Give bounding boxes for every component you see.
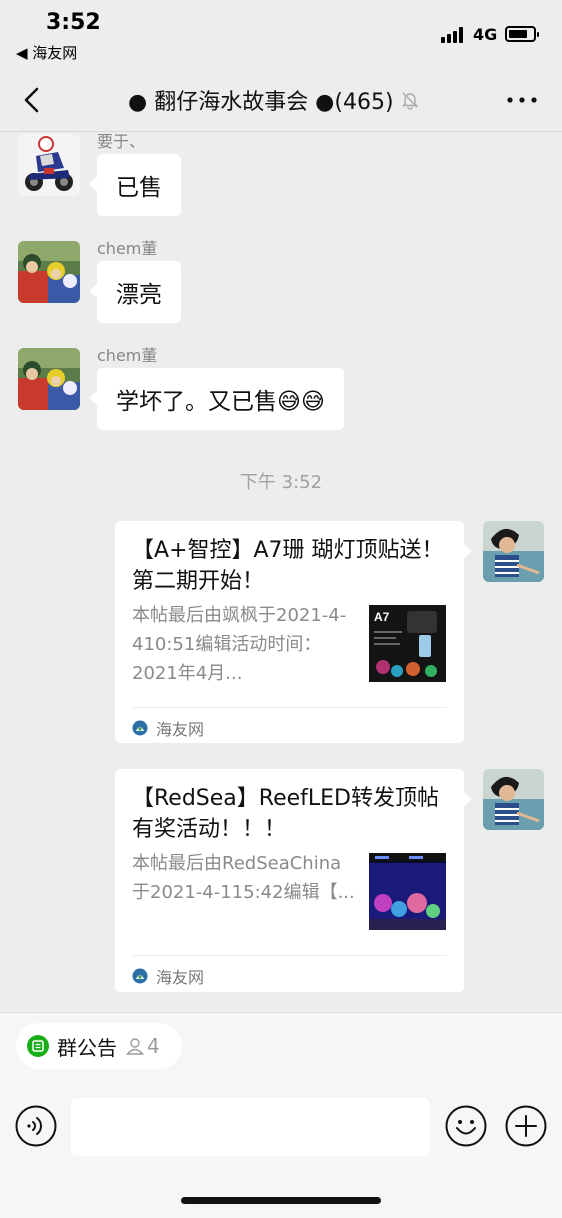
back-to-app-link[interactable]: ◀ 海友网 [16,42,77,63]
card-source: 海友网 [132,964,204,988]
sender-name: 要于、 [97,132,146,151]
sender-name: chem董 [97,239,158,258]
source-logo-icon [132,720,148,736]
status-time: 3:52 [46,10,101,35]
person-icon [126,1038,144,1055]
input-toolbar: 群公告 4 [0,1012,562,1218]
my-avatar[interactable] [483,769,544,830]
card-description: 本帖最后由RedSeaChina于2021-4-115:42编辑【... [132,853,355,903]
group-notice-button[interactable]: 群公告 4 [16,1023,182,1069]
a7-light-thumbnail-image: A7 [369,605,446,682]
avatar[interactable] [18,348,80,410]
card-source-label: 海友网 [156,720,205,739]
card-description: 本帖最后由飒枫于2021-4-410:51编辑活动时间：2021年4月... [132,605,347,684]
message-bubble[interactable]: 已售 [89,154,181,216]
chat-title: ● 翻仔海水故事会 ●(465) [128,84,458,116]
card-title: 【A+智控】A7珊 瑚灯顶贴送！第二期开始！ [132,538,444,594]
avatar[interactable] [18,241,80,303]
message-bubble[interactable]: 学坏了。又已售😅😅 [89,368,344,430]
plus-icon[interactable] [505,1105,547,1147]
chat-header: ● 翻仔海水故事会 ●(465) [0,70,562,132]
notice-count: 4 [125,1034,160,1058]
emoji-icon[interactable] [445,1105,487,1147]
group-photo-avatar-image [18,348,80,410]
avatar[interactable] [18,134,80,196]
link-card[interactable]: 【A+智控】A7珊 瑚灯顶贴送！第二期开始！ 本帖最后由飒枫于2021-4-41… [115,521,472,743]
group-photo-avatar-image [18,241,80,303]
chat-timestamp: 下午 3:52 [239,472,323,493]
bell-slash-icon [401,92,418,110]
signal-icon [441,27,467,43]
sender-name: chem董 [97,346,158,365]
message-input[interactable] [71,1098,430,1156]
group-notice-label: 群公告 [57,1035,117,1060]
battery-level [509,30,527,38]
status-bar: 3:52 ◀ 海友网 4G [0,0,562,70]
reef-aquarium-thumbnail-image [369,853,446,930]
card-divider [132,955,447,956]
home-indicator [181,1197,381,1204]
child-photo-avatar-image [483,769,544,830]
card-source: 海友网 [132,716,204,740]
group-name: ● 翻仔海水故事会 ●(465) [128,90,394,115]
link-card[interactable]: 【RedSea】ReefLED转发顶帖有奖活动！！！ 本帖最后由RedSeaCh… [115,769,472,992]
my-avatar[interactable] [483,521,544,582]
notice-count-value: 4 [147,1034,160,1058]
network-type: 4G [473,25,498,44]
card-divider [132,707,447,708]
card-title: 【RedSea】ReefLED转发顶帖有奖活动！！！ [132,786,439,842]
battery-icon [505,26,539,42]
card-thumbnail [369,853,446,930]
card-thumbnail: A7 [369,605,446,682]
child-photo-avatar-image [483,521,544,582]
motorcycle-avatar-image [18,134,80,196]
message-bubble[interactable]: 漂亮 [89,261,181,323]
thumb-a7-label: A7 [374,610,390,624]
card-source-label: 海友网 [156,968,205,987]
ellipsis-icon[interactable] [504,88,540,112]
voice-icon[interactable] [15,1105,57,1147]
notice-icon [27,1035,49,1057]
source-logo-icon [132,968,148,984]
chevron-left-icon[interactable] [20,86,44,114]
